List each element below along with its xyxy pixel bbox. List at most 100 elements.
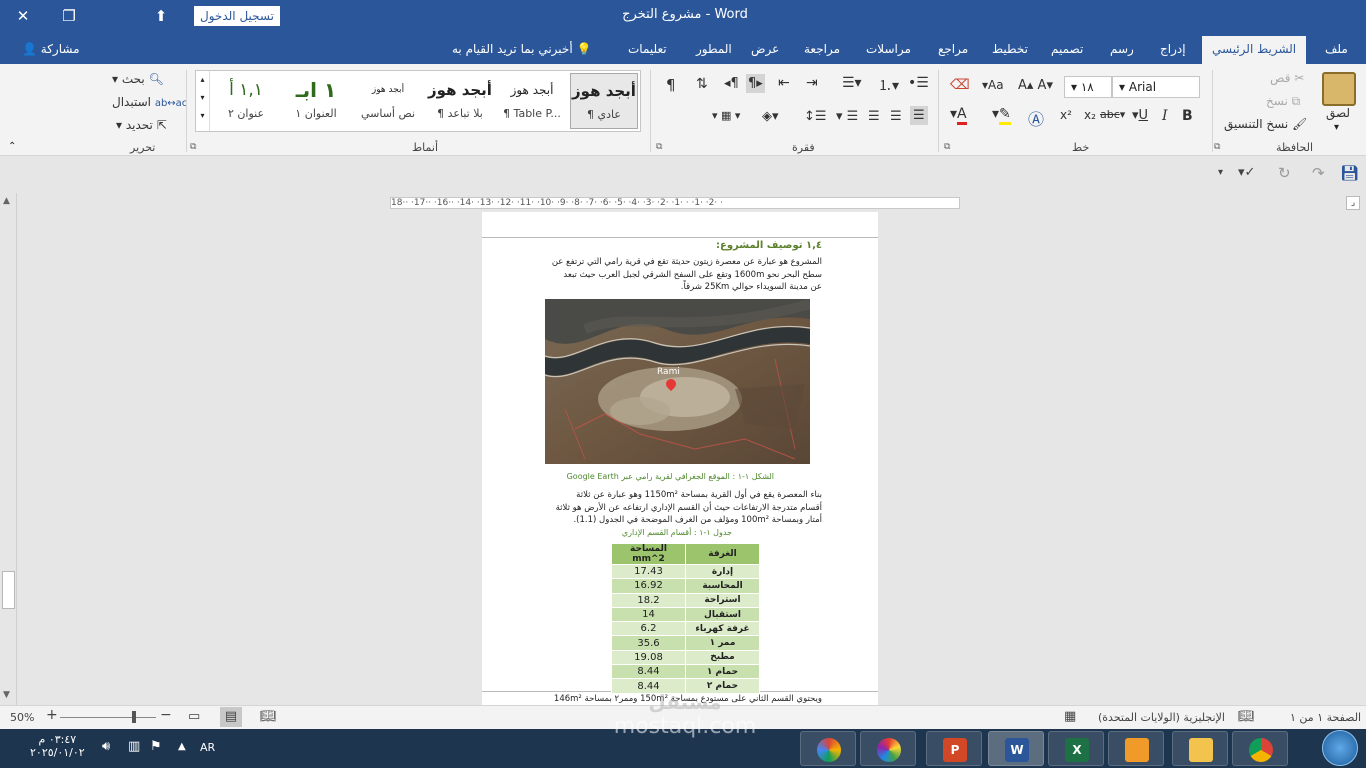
rtl-icon[interactable]: ◂¶ <box>724 76 739 91</box>
scroll-down-icon[interactable]: ▼ <box>3 690 10 700</box>
share-button[interactable]: 👤 مشاركة <box>22 42 80 56</box>
zoom-slider-thumb[interactable] <box>132 711 136 723</box>
paste-dropdown-icon[interactable]: ▾ <box>1334 122 1339 133</box>
strikethrough-icon[interactable]: abc▾ <box>1100 108 1125 121</box>
highlight-icon[interactable]: ▾✎ <box>992 106 1011 125</box>
horizontal-ruler[interactable]: 18·· ·17·· ·16·· ·14· ·13· ·12· ·11· ·10… <box>390 197 960 209</box>
tab-help[interactable]: تعليمات <box>628 42 667 56</box>
read-mode-icon[interactable]: 📖︎ <box>260 709 277 724</box>
multilevel-list-icon[interactable]: ☰▾ <box>842 75 862 91</box>
scroll-up-icon[interactable]: ▲ <box>3 196 10 206</box>
align-left-icon[interactable]: ☰ <box>868 109 880 124</box>
powerpoint-taskbar-button[interactable]: P <box>926 731 982 766</box>
style-heading2[interactable]: ١,١ أ عنوان ٢ <box>212 73 280 129</box>
sort-icon[interactable]: ⇅ <box>696 76 708 92</box>
network-icon[interactable]: ▥ <box>128 739 140 754</box>
web-layout-icon[interactable]: ▭ <box>188 709 200 724</box>
volume-icon[interactable]: 🔊︎ <box>102 739 110 754</box>
font-size-combo[interactable]: ▾ ١٨ <box>1064 76 1112 98</box>
ribbon-display-icon[interactable]: ⬆ <box>148 4 174 28</box>
text-effects-icon[interactable]: Ⓐ <box>1028 106 1044 130</box>
find-button[interactable]: ▾ بحث 🔍︎ <box>112 72 164 86</box>
format-painter-button[interactable]: نسخ التنسيق 🖌︎ <box>1224 117 1307 131</box>
ruler-toggle-icon[interactable]: ⌟ <box>1346 196 1360 210</box>
grow-font-icon[interactable]: A▴ A▾ <box>1018 78 1053 93</box>
tab-file[interactable]: ملف <box>1325 42 1348 56</box>
paste-icon[interactable] <box>1322 72 1356 106</box>
language-indicator[interactable]: الإنجليزية (الولايات المتحدة) <box>1098 711 1225 724</box>
style-body-text[interactable]: أبجد هوز نص أساسي <box>354 73 422 129</box>
start-button-icon[interactable] <box>1322 730 1358 766</box>
tab-design[interactable]: تصميم <box>1051 42 1083 56</box>
collapse-ribbon-icon[interactable]: ⌃ <box>8 141 16 152</box>
style-table-paragraph[interactable]: أبجد هوز ¶ Table P... <box>498 73 566 129</box>
change-case-icon[interactable]: ▾Aa <box>982 78 1004 92</box>
ltr-icon[interactable]: ¶▸ <box>746 74 765 93</box>
word-taskbar-button[interactable]: W <box>988 731 1044 766</box>
style-heading1[interactable]: ١ ابـ العنوان ١ <box>282 73 350 129</box>
photos-taskbar-button[interactable] <box>860 731 916 766</box>
tab-home[interactable]: الشريط الرئيسي <box>1202 36 1307 64</box>
zoom-out-icon[interactable]: − <box>160 707 172 723</box>
tab-draw[interactable]: رسم <box>1110 42 1134 56</box>
cut-button[interactable]: قص ✂ <box>1270 71 1304 85</box>
tab-layout[interactable]: تخطيط <box>992 42 1028 56</box>
select-button[interactable]: ▾ تحديد ⇱ <box>116 118 167 132</box>
clear-format-icon[interactable]: ⌫ <box>950 77 970 93</box>
flag-icon[interactable]: ⚑ <box>150 739 162 754</box>
macro-icon[interactable]: ▦ <box>1064 709 1076 724</box>
repeat-icon[interactable]: ↻ <box>1278 164 1291 182</box>
font-launcher-icon[interactable]: ⧉ <box>944 142 950 152</box>
redo-icon[interactable]: ↷ <box>1312 164 1325 182</box>
copy-button[interactable]: نسخ ⧉ <box>1266 94 1300 109</box>
replace-button[interactable]: استبدال ab↔ac <box>112 95 187 109</box>
paragraph-launcher-icon[interactable]: ⧉ <box>656 142 662 152</box>
subscript-icon[interactable]: x₂ <box>1084 108 1096 122</box>
tab-review[interactable]: مراجعة <box>804 42 840 56</box>
rooms-table[interactable]: المساحة mm^2 الغرفة 17.43 إدارة 16.92 المح… <box>611 543 760 694</box>
increase-indent-icon[interactable]: ⇥ <box>806 75 818 91</box>
shading-icon[interactable]: ◈▾ <box>762 109 779 124</box>
print-layout-icon[interactable]: ▤ <box>220 707 242 727</box>
proofing-icon[interactable]: 📖︎ <box>1238 709 1255 724</box>
tab-view[interactable]: عرض <box>751 42 779 56</box>
customize-qat-icon[interactable]: ▾ <box>1218 167 1223 178</box>
excel-taskbar-button[interactable]: X <box>1048 731 1104 766</box>
zoom-slider[interactable] <box>60 717 156 718</box>
signin-button[interactable]: تسجيل الدخول <box>194 6 280 26</box>
style-no-spacing[interactable]: أبجد هوز ¶ بلا تباعد <box>426 73 494 129</box>
vertical-scrollbar[interactable]: ▲ ▼ <box>0 193 17 705</box>
tab-mailings[interactable]: مراسلات <box>866 42 911 56</box>
media-taskbar-button[interactable] <box>1108 731 1164 766</box>
input-language[interactable]: AR <box>200 741 215 754</box>
numbering-icon[interactable]: ⒈▾ <box>878 75 899 95</box>
align-right-icon[interactable]: ☰ <box>910 106 928 125</box>
justify-icon[interactable]: ▾ ☰ <box>836 109 858 124</box>
clock[interactable]: ٠٣:٤٧ م ٢٠٢٥/٠١/٠٢ <box>30 733 85 759</box>
page-counter[interactable]: الصفحة ١ من ١ <box>1290 711 1361 724</box>
tellme-search[interactable]: أخبرني بما تريد القيام به 💡 <box>452 42 591 56</box>
bold-icon[interactable]: B <box>1182 108 1193 124</box>
styles-launcher-icon[interactable]: ⧉ <box>190 142 196 152</box>
spelling-icon[interactable]: ▾✓ <box>1238 165 1255 180</box>
styles-scroll[interactable]: ▴ ▾ ▾ <box>196 71 210 131</box>
line-spacing-icon[interactable]: ↕☰ <box>804 109 827 124</box>
paste-button[interactable]: لصق <box>1326 106 1350 120</box>
center-icon[interactable]: ☰ <box>890 109 902 124</box>
restore-icon[interactable]: ❐ <box>56 4 82 28</box>
close-icon[interactable]: ✕ <box>10 4 36 28</box>
tab-insert[interactable]: إدراج <box>1160 42 1186 56</box>
superscript-icon[interactable]: x² <box>1060 108 1072 122</box>
font-name-combo[interactable]: ▾ Arial <box>1112 76 1200 98</box>
tab-developer[interactable]: المطور <box>696 42 732 56</box>
tab-references[interactable]: مراجع <box>938 42 968 56</box>
save-icon[interactable]: 💾︎ <box>1340 164 1359 182</box>
style-normal[interactable]: أبجد هوز ¶ عادي <box>570 73 638 129</box>
tray-expand-icon[interactable]: ▲ <box>178 741 186 752</box>
bullets-icon[interactable]: •☰ <box>908 75 929 91</box>
zoom-level[interactable]: 50% <box>10 711 34 724</box>
chrome-taskbar-button[interactable] <box>1232 731 1288 766</box>
font-color-icon[interactable]: ▾A <box>950 106 967 125</box>
app-taskbar-button[interactable] <box>800 731 856 766</box>
underline-icon[interactable]: ▾U <box>1132 108 1148 123</box>
